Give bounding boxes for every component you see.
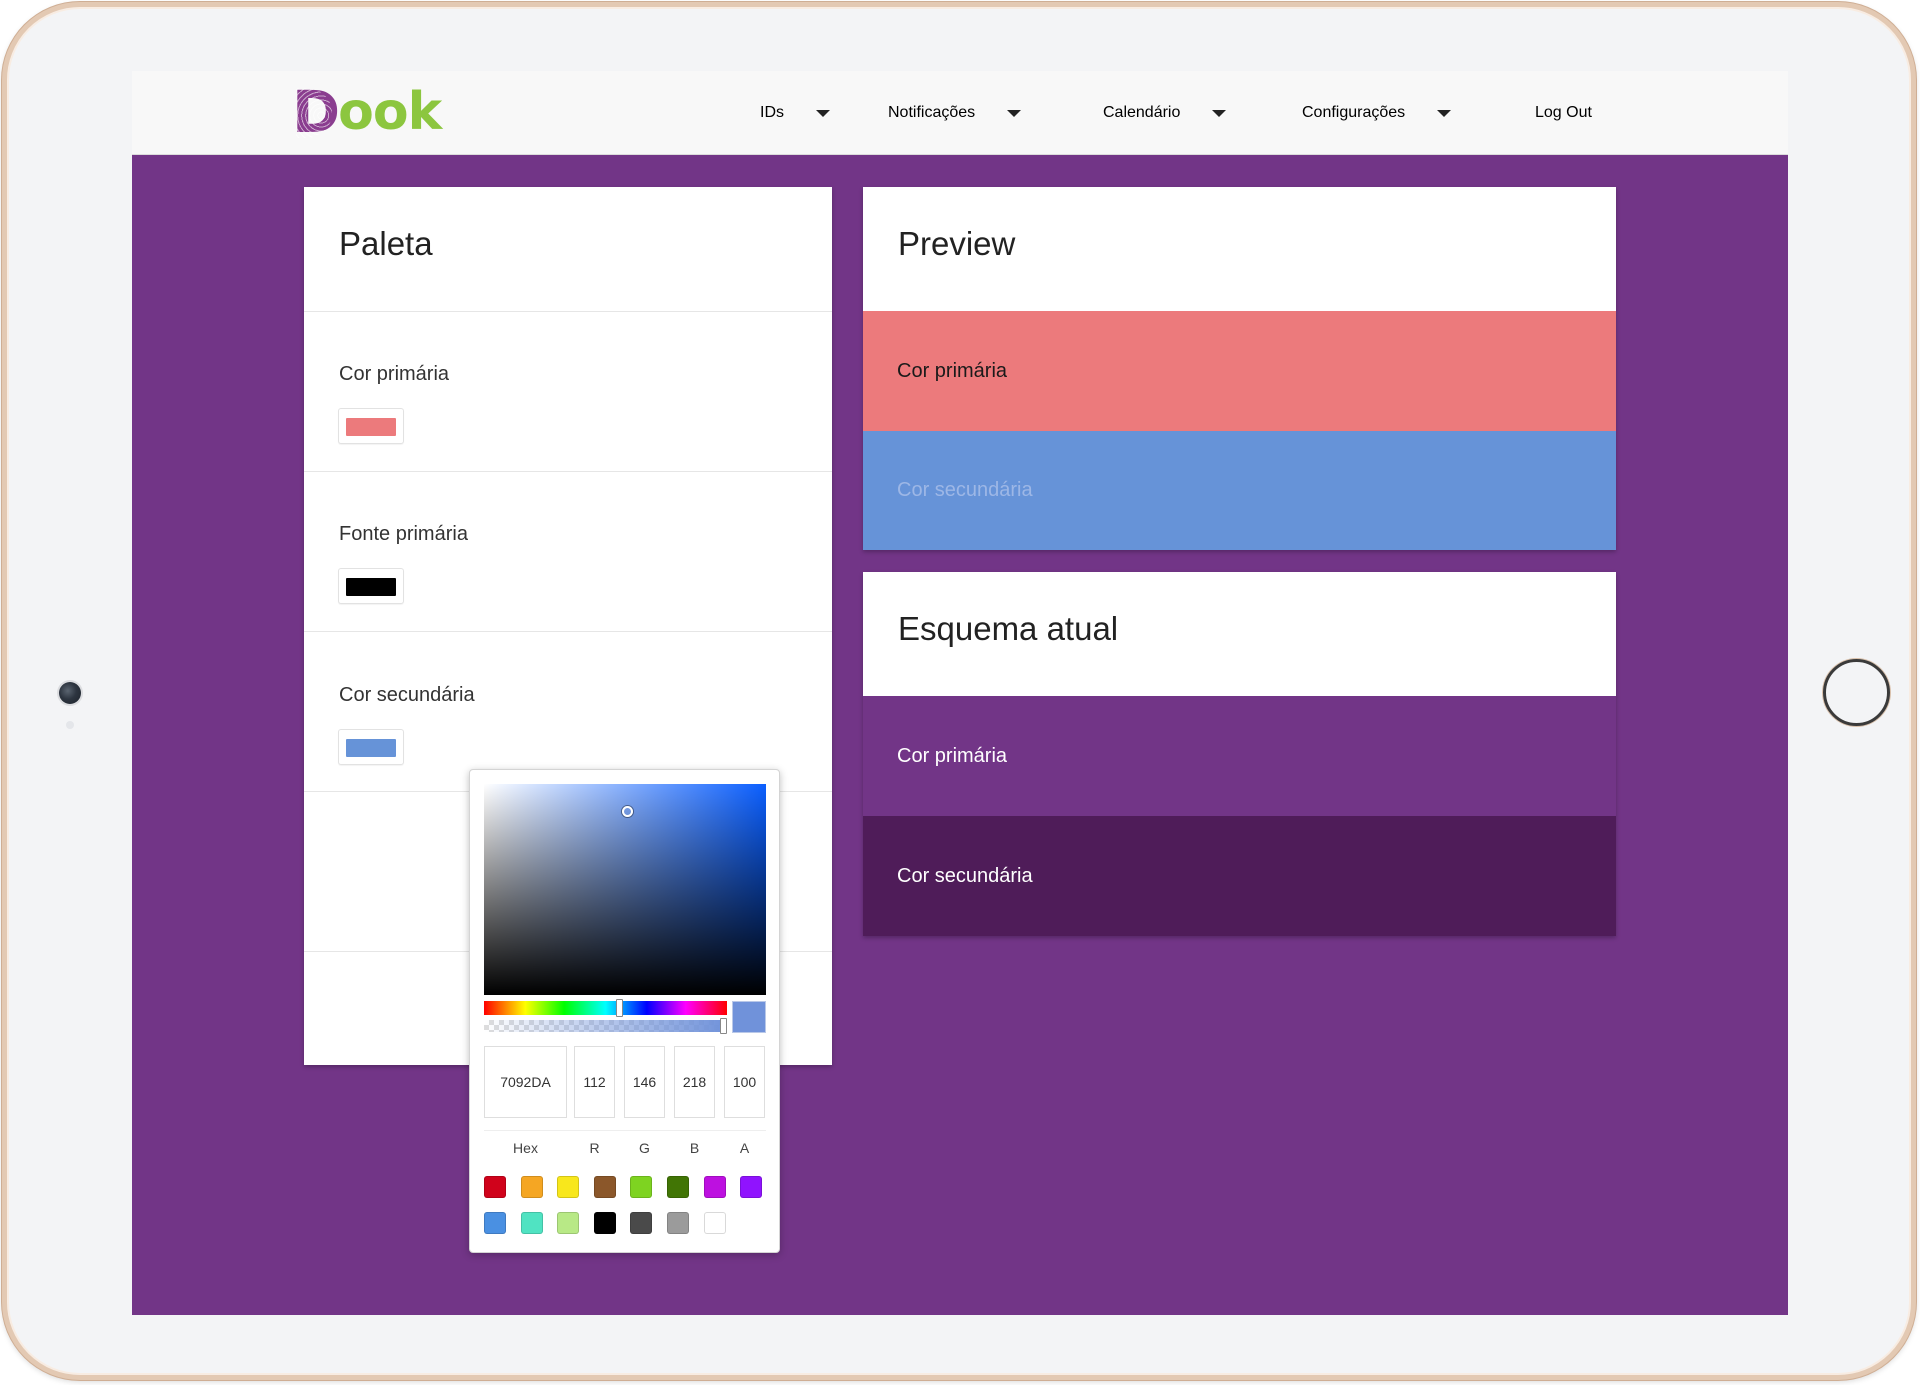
saturation-pointer[interactable]	[622, 806, 633, 817]
green-label: G	[639, 1140, 650, 1156]
current-primary-band: Cor primária	[863, 696, 1616, 816]
divider	[304, 311, 832, 312]
app-screen: D ook IDs Notificações Calendário Config…	[132, 71, 1788, 1315]
home-button[interactable]	[1823, 659, 1890, 726]
blue-label: B	[689, 1140, 700, 1156]
nav-item-label: IDs	[760, 104, 784, 121]
nav-item-label: Configurações	[1302, 104, 1406, 121]
primary-font-label: Fonte primária	[339, 523, 468, 545]
preset-swatch[interactable]	[667, 1212, 689, 1234]
swatch-fill	[346, 418, 396, 436]
preset-swatch[interactable]	[740, 1176, 763, 1198]
nav-item-calendario[interactable]: Calendário	[1103, 71, 1227, 155]
preview-primary-label: Cor primária	[897, 359, 1008, 382]
nav-item-logout[interactable]: Log Out	[1535, 71, 1592, 155]
caret-down-icon	[1212, 109, 1227, 117]
divider	[484, 1130, 766, 1131]
caret-down-icon	[1437, 109, 1452, 117]
logo-fingerprint-d: D	[292, 78, 340, 146]
divider	[304, 631, 832, 632]
nav-item-notificacoes[interactable]: Notificações	[888, 71, 1022, 155]
nav-item-label: Notificações	[888, 104, 976, 121]
primary-color-swatch[interactable]	[338, 408, 404, 444]
preset-swatch[interactable]	[667, 1176, 689, 1198]
dook-logo[interactable]: D ook	[292, 77, 442, 147]
preset-swatch[interactable]	[593, 1212, 616, 1234]
preset-swatch[interactable]	[520, 1212, 543, 1234]
green-input[interactable]: 146	[624, 1046, 665, 1118]
hex-input[interactable]: 7092DA	[484, 1046, 567, 1118]
logo-wordmark: ook	[338, 82, 442, 142]
current-primary-label: Cor primária	[897, 744, 1008, 767]
swatch-fill	[346, 578, 396, 596]
preset-swatch[interactable]	[703, 1176, 726, 1198]
caret-down-icon	[1007, 109, 1022, 117]
divider	[304, 471, 832, 472]
current-color-chip	[732, 1001, 766, 1033]
sensor-dot	[66, 721, 74, 729]
hex-label: Hex	[513, 1140, 538, 1156]
nav-item-ids[interactable]: IDs	[760, 71, 830, 155]
preset-swatch[interactable]	[557, 1212, 580, 1234]
swatch-fill	[346, 739, 396, 757]
preset-swatch[interactable]	[520, 1176, 543, 1198]
color-picker-popover: 7092DA 112 146 218 100 Hex R G B A	[469, 769, 780, 1253]
current-scheme-card: Esquema atual Cor primária Cor secundári…	[863, 572, 1616, 936]
caret-down-icon	[816, 109, 830, 117]
preset-swatch[interactable]	[630, 1176, 653, 1198]
preset-swatch[interactable]	[484, 1212, 506, 1234]
hue-slider[interactable]	[484, 1001, 727, 1015]
preset-swatch[interactable]	[557, 1176, 580, 1198]
red-label: R	[589, 1140, 600, 1156]
preset-swatch[interactable]	[484, 1176, 506, 1198]
alpha-label: A	[739, 1140, 750, 1156]
hue-slider-handle[interactable]	[616, 999, 623, 1017]
secondary-color-label: Cor secundária	[339, 684, 475, 706]
preset-swatch[interactable]	[703, 1212, 726, 1234]
current-secondary-band: Cor secundária	[863, 816, 1616, 936]
secondary-color-swatch[interactable]	[338, 729, 404, 765]
preview-secondary-band: Cor secundária	[863, 431, 1616, 550]
preview-title: Preview	[898, 225, 1016, 262]
blue-input[interactable]: 218	[674, 1046, 715, 1118]
nav-item-label: Log Out	[1535, 104, 1592, 121]
alpha-slider[interactable]	[484, 1020, 727, 1032]
navbar: D ook IDs Notificações Calendário Config…	[132, 71, 1788, 155]
camera-icon	[59, 682, 81, 704]
current-secondary-label: Cor secundária	[897, 864, 1033, 887]
primary-color-label: Cor primária	[339, 363, 450, 385]
preview-primary-band: Cor primária	[863, 311, 1616, 431]
primary-font-swatch[interactable]	[338, 568, 404, 604]
current-scheme-title: Esquema atual	[898, 610, 1119, 647]
alpha-slider-handle[interactable]	[720, 1018, 727, 1034]
alpha-input[interactable]: 100	[724, 1046, 765, 1118]
preview-secondary-label: Cor secundária	[897, 479, 1033, 501]
red-input[interactable]: 112	[574, 1046, 615, 1118]
nav-item-label: Calendário	[1103, 104, 1181, 121]
nav-item-configuracoes[interactable]: Configurações	[1302, 71, 1452, 155]
preset-swatch[interactable]	[630, 1212, 653, 1234]
preview-card: Preview Cor primária Cor secundária	[863, 187, 1616, 550]
palette-title: Paleta	[339, 225, 433, 262]
preset-swatch[interactable]	[593, 1176, 616, 1198]
